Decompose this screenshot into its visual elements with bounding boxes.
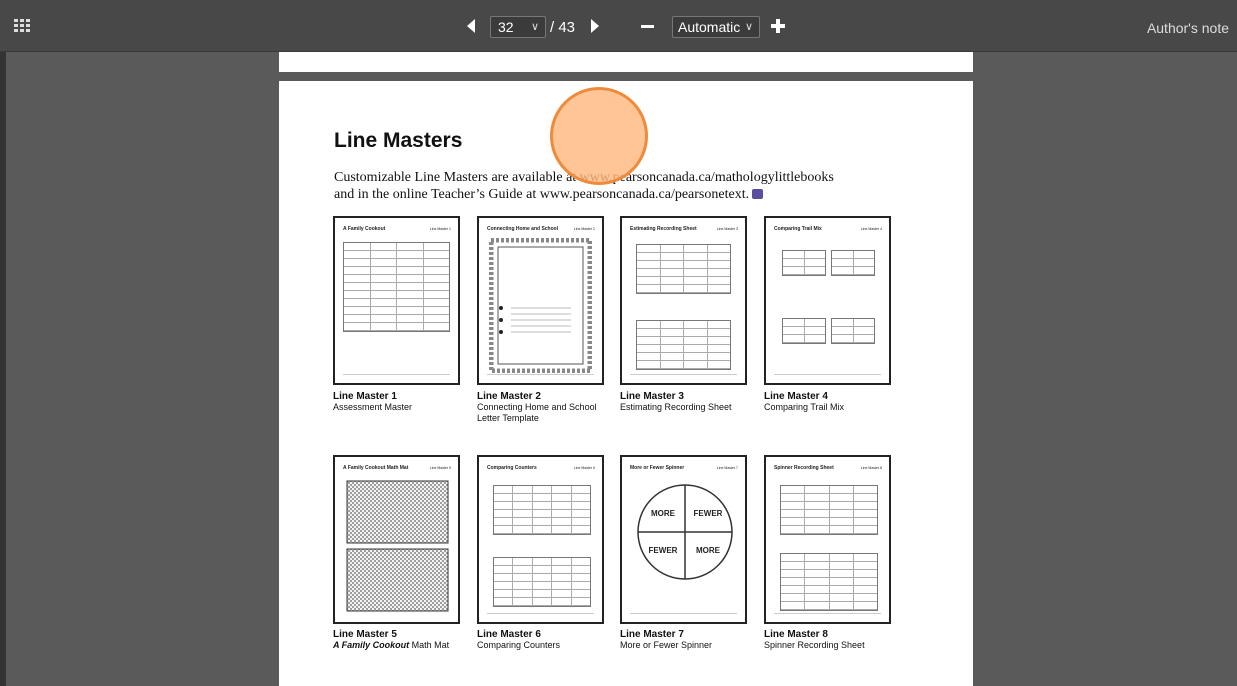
- thumbnail-footer: [630, 613, 737, 615]
- caption-text: Comparing Trail Mix: [764, 402, 845, 412]
- line-master-3-thumbnail[interactable]: Estimating Recording Sheet Line Master 3: [620, 216, 747, 385]
- spinner-label-fewer: FEWER: [694, 509, 723, 518]
- zoom-select[interactable]: Automatic ∨: [672, 16, 760, 38]
- line-master-7-thumbnail[interactable]: More or Fewer Spinner Line Master 7 MORE…: [620, 455, 747, 624]
- thumbnail-table: [831, 318, 875, 344]
- caption-italic: A Family Cookout: [333, 640, 410, 650]
- line-master-6-thumbnail[interactable]: Comparing Counters Line Master 6: [477, 455, 604, 624]
- line-master-6-caption: Line Master 6 Comparing Counters: [477, 629, 617, 651]
- chevron-down-icon: ∨: [744, 21, 753, 33]
- caption-number: Line Master 4: [764, 391, 828, 402]
- thumbnail-tag: Line Master 2: [573, 227, 595, 231]
- thumbnail-table: [343, 242, 450, 332]
- author-note-button[interactable]: Author's note: [1147, 20, 1229, 36]
- page-number-value: 32: [498, 19, 514, 35]
- thumbnail-tag: Line Master 3: [716, 227, 738, 231]
- thumbnail-tag: Line Master 4: [860, 227, 882, 231]
- caption-number: Line Master 3: [620, 391, 684, 402]
- line-master-4-caption: Line Master 4 Comparing Trail Mix: [764, 391, 904, 413]
- letter-border-illustration: [489, 238, 592, 373]
- caption-number: Line Master 1: [333, 391, 397, 402]
- triangle-left-icon[interactable]: [466, 19, 476, 38]
- line-master-4-thumbnail[interactable]: Comparing Trail Mix Line Master 4: [764, 216, 891, 385]
- caption-rest: Math Mat: [409, 640, 450, 650]
- previous-page-bottom: [279, 52, 973, 72]
- thumbnail-tag: Line Master 7: [716, 466, 738, 470]
- toolbar: 32 ∨ / 43 Automatic ∨ Author's note: [0, 0, 1237, 52]
- thumbnail-title: More or Fewer Spinner: [630, 465, 685, 471]
- caption-text: Spinner Recording Sheet: [764, 640, 865, 650]
- thumbnail-table: [493, 485, 591, 535]
- grid-icon[interactable]: [14, 18, 30, 34]
- caption-number: Line Master 5: [333, 629, 397, 640]
- sidebar-edge: [0, 52, 6, 686]
- thumbnail-footer: [774, 374, 881, 376]
- line-master-5-thumbnail[interactable]: A Family Cookout Math Mat Line Master 5: [333, 455, 460, 624]
- thumbnail-table: [831, 250, 875, 276]
- thumbnail-footer: [343, 374, 450, 376]
- caption-text: Estimating Recording Sheet: [620, 402, 732, 412]
- thumbnail-table: [780, 553, 878, 611]
- chevron-down-icon: ∨: [530, 21, 539, 33]
- line-master-8-thumbnail[interactable]: Spinner Recording Sheet Line Master 8: [764, 455, 891, 624]
- thumbnail-title: Estimating Recording Sheet: [630, 226, 697, 232]
- spinner-illustration: MORE FEWER FEWER MORE: [637, 484, 733, 580]
- triangle-right-icon[interactable]: [590, 19, 600, 38]
- line-master-7-caption: Line Master 7 More or Fewer Spinner: [620, 629, 760, 651]
- thumbnail-title: Comparing Trail Mix: [774, 226, 822, 232]
- thumbnail-footer: [630, 374, 737, 376]
- plus-icon[interactable]: [771, 19, 785, 33]
- caption-number: Line Master 6: [477, 629, 541, 640]
- thumbnail-footer: [774, 613, 881, 615]
- spinner-label-fewer: FEWER: [649, 546, 678, 555]
- thumbnail-footer: [487, 613, 594, 615]
- thumbnail-table: [636, 320, 731, 370]
- spinner-label-more: MORE: [696, 546, 721, 555]
- thumbnail-table: [782, 318, 826, 344]
- thumbnail-tag: Line Master 8: [860, 466, 882, 470]
- thumbnail-table: [782, 250, 826, 276]
- thumbnail-table: [780, 485, 878, 535]
- page-number-select[interactable]: 32 ∨: [490, 16, 546, 38]
- thumbnail-title: Spinner Recording Sheet: [774, 465, 834, 471]
- thumbnail-table: [636, 244, 731, 294]
- caption-text: Comparing Counters: [477, 640, 561, 650]
- line-master-1-thumbnail[interactable]: A Family Cookout Line Master 1: [333, 216, 460, 385]
- page-total: / 43: [550, 19, 576, 36]
- line-master-2-caption: Line Master 2 Connecting Home and School…: [477, 391, 617, 424]
- thumbnail-title: A Family Cookout: [343, 226, 386, 232]
- spinner-label-more: MORE: [651, 509, 676, 518]
- caption-text: Connecting Home and School Letter Templa…: [477, 402, 597, 423]
- thumbnail-table: [493, 557, 591, 607]
- minus-icon[interactable]: [641, 25, 654, 28]
- caption-text: More or Fewer Spinner: [620, 640, 713, 650]
- line-master-3-caption: Line Master 3 Estimating Recording Sheet: [620, 391, 760, 413]
- caption-number: Line Master 7: [620, 629, 684, 640]
- intro-line-2-text: and in the online Teacher’s Guide at www…: [334, 187, 750, 202]
- mat-illustration: [346, 480, 449, 612]
- thumbnail-tag: Line Master 1: [429, 227, 451, 231]
- caption-text: A Family Cookout Math Mat: [333, 640, 473, 651]
- line-master-5-caption: Line Master 5 A Family Cookout Math Mat: [333, 629, 473, 651]
- thumbnail-footer: [487, 374, 594, 376]
- zoom-value: Automatic: [678, 19, 741, 35]
- document-icon[interactable]: [752, 189, 764, 199]
- pdf-viewer: 32 ∨ / 43 Automatic ∨ Author's note Line…: [0, 0, 1237, 686]
- line-master-2-thumbnail[interactable]: Connecting Home and School Line Master 2: [477, 216, 604, 385]
- intro-line-2: and in the online Teacher’s Guide at www…: [334, 186, 894, 203]
- thumbnail-tag: Line Master 5: [429, 466, 451, 470]
- thumbnail-title: Connecting Home and School: [487, 226, 559, 232]
- caption-number: Line Master 8: [764, 629, 828, 640]
- line-master-8-caption: Line Master 8 Spinner Recording Sheet: [764, 629, 904, 651]
- page-title: Line Masters: [334, 129, 463, 152]
- thumbnail-title: Comparing Counters: [487, 465, 537, 471]
- caption-text: Assessment Master: [333, 402, 413, 412]
- caption-number: Line Master 2: [477, 391, 541, 402]
- thumbnail-title: A Family Cookout Math Mat: [343, 465, 409, 471]
- thumbnail-tag: Line Master 6: [573, 466, 595, 470]
- pointer-highlight: [550, 87, 648, 185]
- line-master-1-caption: Line Master 1 Assessment Master: [333, 391, 473, 413]
